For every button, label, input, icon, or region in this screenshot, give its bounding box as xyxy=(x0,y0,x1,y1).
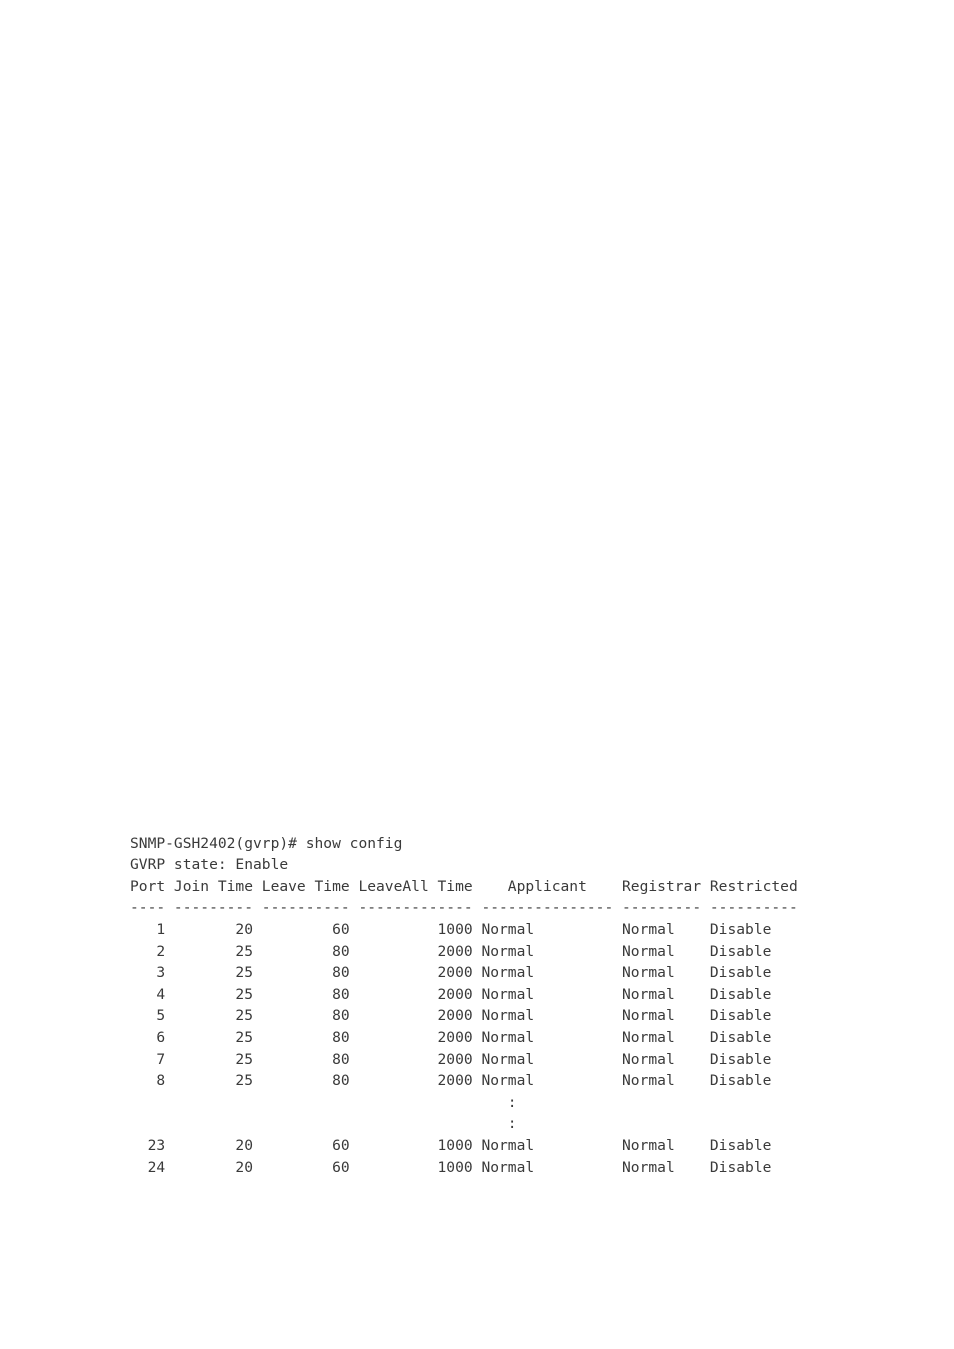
cli-terminal-output: SNMP-GSH2402(gvrp)# show config GVRP sta… xyxy=(130,834,798,1176)
